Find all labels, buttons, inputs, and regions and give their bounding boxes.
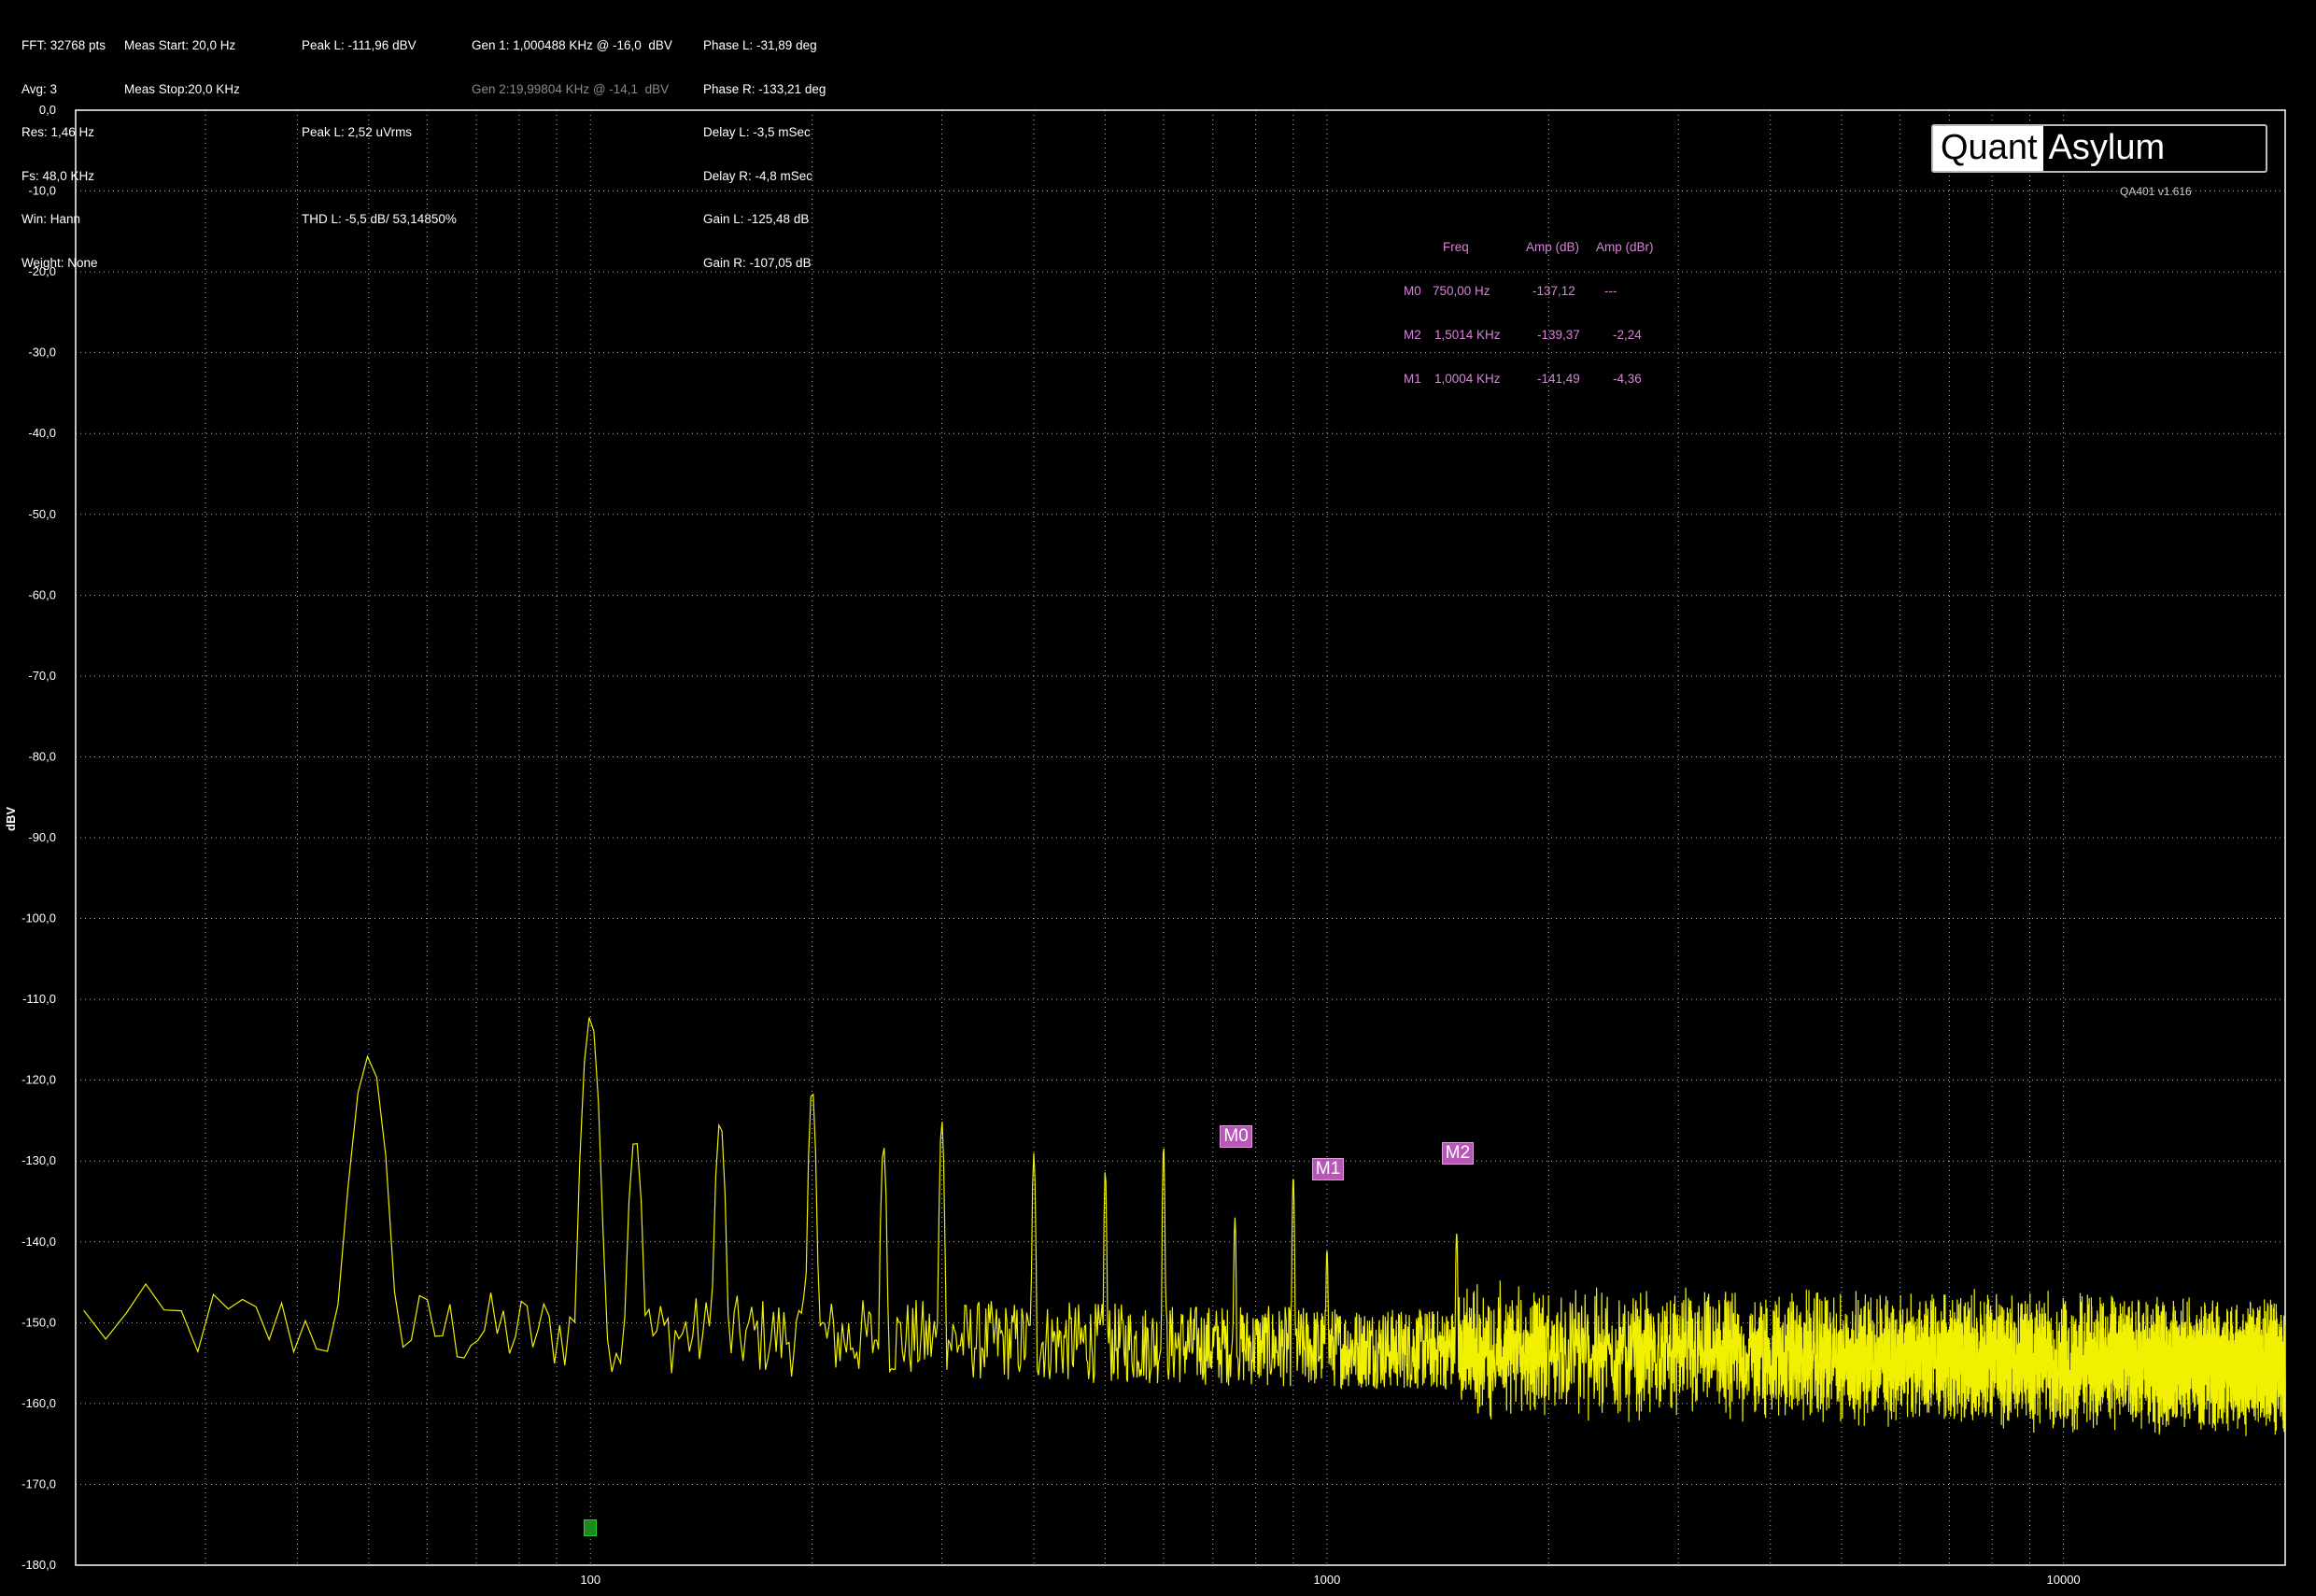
marker-tag-m1[interactable]: M1	[1311, 1157, 1345, 1180]
gen1: Gen 1: 1,000488 KHz @ -16,0 dBV	[472, 38, 672, 52]
y-tick-label: -50,0	[28, 507, 56, 521]
marker-row-amp-db: -139,37	[1537, 328, 1580, 342]
weighting: Weight: None	[21, 255, 98, 270]
col-header-amp-dbr: Amp (dBr)	[1596, 240, 1654, 254]
y-tick-label: -100,0	[21, 911, 56, 925]
marker-row-amp-dbr: ---	[1604, 284, 1617, 298]
meas-start: Meas Start: 20,0 Hz	[124, 38, 236, 52]
y-tick-label: -80,0	[28, 749, 56, 763]
x-tick-label: 100	[580, 1573, 600, 1587]
marker-row-amp-dbr: -2,24	[1613, 328, 1642, 342]
marker-row-id: M1	[1404, 372, 1421, 386]
col-header-freq: Freq	[1443, 240, 1469, 254]
window: Win: Hann	[21, 212, 81, 226]
x-tick-label: 10000	[2047, 1573, 2081, 1587]
marker-row-id: M2	[1404, 328, 1421, 342]
fft-settings: FFT: 32768 pts Avg: 3 Res: 1,46 Hz Fs: 4…	[21, 9, 106, 285]
marker-row-freq: 750,00 Hz	[1433, 284, 1490, 298]
thd: THD L: -5,5 dB/ 53,14850%	[302, 212, 457, 226]
y-tick-label: -170,0	[21, 1476, 56, 1490]
y-tick-label: -110,0	[22, 992, 56, 1006]
spectrum-trace	[83, 1017, 2286, 1436]
y-tick-label: -150,0	[21, 1315, 56, 1329]
logo-part2: Asylum	[2042, 126, 2266, 171]
gen2: Gen 2:19,99804 KHz @ -14,1 dBV	[472, 81, 670, 96]
y-axis-label: dBV	[4, 807, 18, 831]
delay-r: Delay R: -4,8 mSec	[703, 168, 813, 183]
gain-l: Gain L: -125,48 dB	[703, 212, 810, 226]
x-tick-label: 1000	[1313, 1573, 1340, 1587]
generator-readouts: Gen 1: 1,000488 KHz @ -16,0 dBV Gen 2:19…	[472, 9, 672, 111]
resolution: Res: 1,46 Hz	[21, 125, 95, 139]
y-tick-label: -130,0	[21, 1153, 56, 1167]
averages: Avg: 3	[21, 81, 58, 96]
y-tick-label: -60,0	[28, 587, 56, 601]
phase-l: Phase L: -31,89 deg	[703, 38, 817, 52]
y-tick-label: -160,0	[21, 1396, 56, 1410]
generator-frequency-marker[interactable]	[584, 1519, 597, 1536]
peak-vrms: Peak L: 2,52 uVrms	[302, 125, 413, 139]
y-tick-label: -180,0	[21, 1558, 56, 1572]
marker-row-amp-db: -141,49	[1537, 372, 1580, 386]
peak-readouts: Peak L: -111,96 dBV Peak L: 2,52 uVrms T…	[302, 9, 457, 241]
phase-r: Phase R: -133,21 deg	[703, 81, 826, 96]
y-tick-label: -140,0	[21, 1235, 56, 1249]
y-tick-labels: 0,0-10,0-20,0-30,0-40,0-50,0-60,0-70,0-8…	[21, 103, 56, 1572]
measurement-range: Meas Start: 20,0 Hz Meas Stop:20,0 KHz	[124, 9, 240, 111]
y-tick-label: -70,0	[28, 669, 56, 683]
marker-row-freq: 1,5014 KHz	[1434, 328, 1501, 342]
version-label: QA401 v1.616	[2120, 185, 2192, 198]
meas-stop: Meas Stop:20,0 KHz	[124, 81, 240, 96]
x-tick-labels: 100 1000 10000	[580, 1573, 2080, 1587]
fft-points: FFT: 32768 pts	[21, 38, 106, 52]
y-tick-label: -120,0	[21, 1073, 56, 1087]
logo-part1: Quant	[1933, 126, 2043, 171]
marker-row-amp-db: -137,12	[1532, 284, 1575, 298]
sample-rate: Fs: 48,0 KHz	[21, 168, 95, 183]
gain-r: Gain R: -107,05 dB	[703, 255, 812, 270]
y-tick-label: -40,0	[28, 426, 56, 440]
quantasylum-logo: Quant Asylum	[1931, 124, 2267, 173]
marker-tag-m0[interactable]: M0	[1220, 1125, 1252, 1149]
marker-row-id: M0	[1404, 284, 1421, 298]
col-header-amp-db: Amp (dB)	[1526, 240, 1580, 254]
marker-row-amp-dbr: -4,36	[1613, 372, 1642, 386]
y-tick-label: -30,0	[28, 346, 56, 360]
marker-row-freq: 1,0004 KHz	[1434, 372, 1501, 386]
peak-dbv: Peak L: -111,96 dBV	[302, 38, 417, 52]
marker-tag-m2[interactable]: M2	[1441, 1141, 1475, 1165]
y-tick-label: -90,0	[28, 830, 56, 844]
phase-gain-readouts: Phase L: -31,89 deg Phase R: -133,21 deg…	[703, 9, 826, 285]
delay-l: Delay L: -3,5 mSec	[703, 125, 811, 139]
